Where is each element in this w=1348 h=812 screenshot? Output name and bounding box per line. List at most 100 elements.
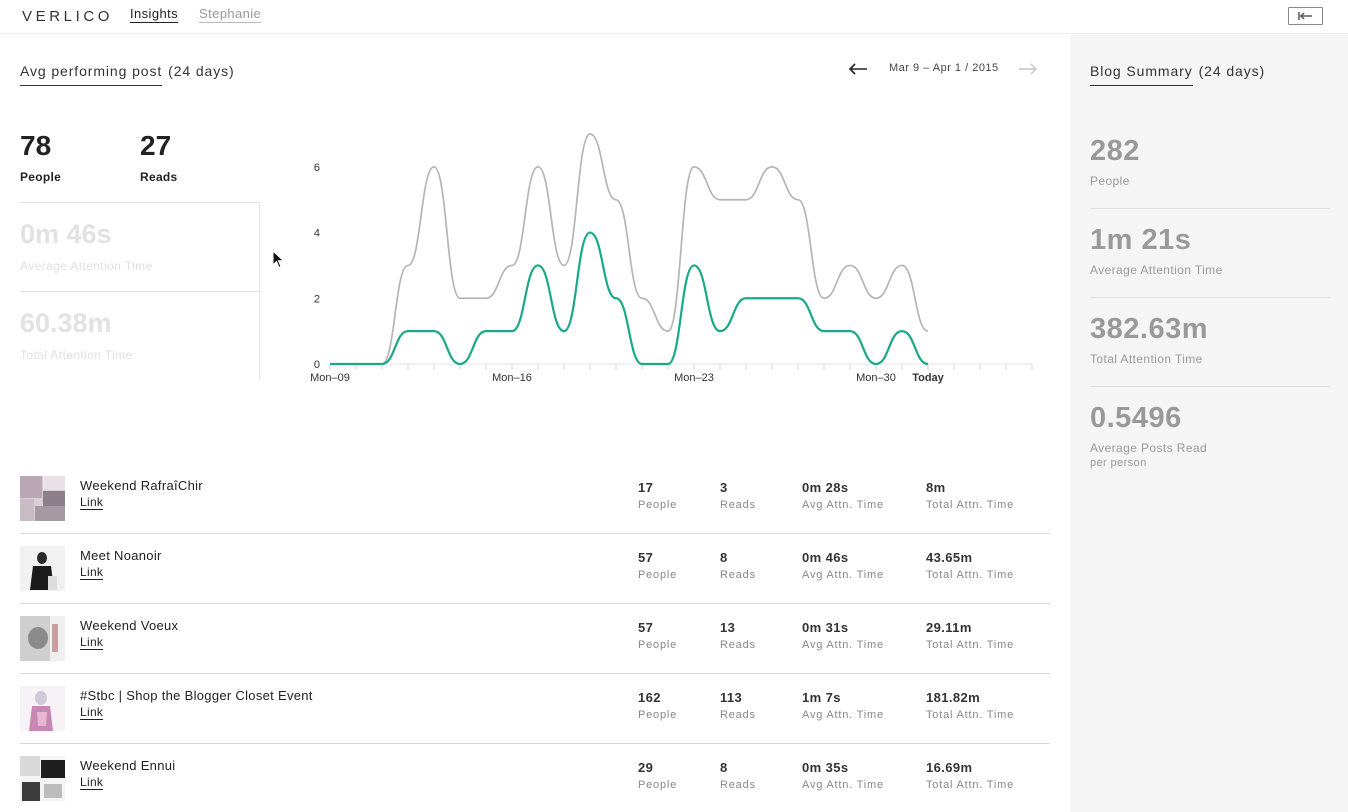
x-tick-label: Mon–16 (492, 372, 532, 384)
x-tick-label: Mon–30 (856, 372, 896, 384)
summary-total-attention: 382.63m Total Attention Time (1090, 313, 1330, 366)
summary-people-value: 282 (1090, 135, 1140, 167)
post-row[interactable]: Weekend Ennui Link 29 People 8 Reads 0m 35s Avg… (20, 750, 1050, 812)
post-total-attention-label: Total Attn. Time (926, 569, 1015, 581)
post-title[interactable]: Weekend Ennui (80, 758, 175, 773)
total-attention-label: Total Attention Time (20, 348, 133, 362)
post-people-cell: 162 People (638, 690, 677, 721)
summary-posts-read-label: Average Posts Read (1090, 441, 1208, 455)
post-people-cell: 29 People (638, 760, 677, 791)
post-avg-attention-value: 1m 7s (802, 690, 841, 705)
y-tick-label: 4 (314, 228, 320, 240)
post-total-attention-label: Total Attn. Time (926, 499, 1015, 511)
post-people-cell: 57 People (638, 620, 677, 651)
post-title[interactable]: Weekend Voeux (80, 618, 178, 633)
post-avg-attention-label: Avg Attn. Time (802, 779, 884, 791)
summary-total-attention-value: 382.63m (1090, 313, 1208, 345)
summary-posts-read-value: 0.5496 (1090, 402, 1182, 434)
reads-label: Reads (140, 170, 178, 184)
people-label: People (20, 170, 62, 184)
post-row[interactable]: #Stbc | Shop the Blogger Closet Event Lin… (20, 680, 1050, 750)
post-total-attention-label: Total Attn. Time (926, 709, 1015, 721)
post-link[interactable]: Link (80, 636, 104, 650)
arrow-left-icon[interactable] (848, 60, 868, 78)
post-link[interactable]: Link (80, 706, 104, 720)
x-tick-label: Mon–23 (674, 372, 714, 384)
post-thumbnail[interactable] (20, 476, 65, 521)
post-avg-attention-cell: 0m 28s Avg Attn. Time (802, 480, 884, 511)
post-avg-attention-label: Avg Attn. Time (802, 709, 884, 721)
post-total-attention-cell: 181.82m Total Attn. Time (926, 690, 1014, 721)
post-title[interactable]: Weekend RafraîChir (80, 478, 203, 493)
post-avg-attention-label: Avg Attn. Time (802, 569, 884, 581)
avg-attention-label: Average Attention Time (20, 259, 153, 273)
sidebar-title-label: Blog Summary (1090, 63, 1193, 86)
post-people-value: 162 (638, 690, 661, 705)
post-link[interactable]: Link (80, 496, 104, 510)
post-reads-value: 113 (720, 690, 743, 705)
post-thumbnail[interactable] (20, 546, 65, 591)
post-total-attention-cell: 16.69m Total Attn. Time (926, 760, 1014, 791)
row-divider (20, 533, 1050, 534)
post-total-attention-label: Total Attn. Time (926, 639, 1015, 651)
divider (1090, 386, 1330, 387)
post-title[interactable]: #Stbc | Shop the Blogger Closet Event (80, 688, 313, 703)
post-link[interactable]: Link (80, 776, 104, 790)
post-row[interactable]: Weekend RafraîChir Link 17 People 3 Reads 0m 2… (20, 470, 1050, 540)
nav-insights[interactable]: Insights (130, 6, 179, 23)
post-people-label: People (638, 569, 678, 581)
x-tick-label: Mon–09 (310, 372, 350, 384)
row-divider (20, 603, 1050, 604)
divider (1090, 297, 1330, 298)
post-thumbnail[interactable] (20, 616, 65, 661)
date-range-nav: Mar 9 – Apr 1 / 2015 (848, 60, 1038, 78)
y-tick-label: 6 (314, 162, 320, 174)
post-reads-value: 3 (720, 480, 728, 495)
post-avg-attention-cell: 0m 31s Avg Attn. Time (802, 620, 884, 651)
collapse-sidebar-icon (1298, 12, 1312, 20)
post-avg-attention-value: 0m 31s (802, 620, 849, 635)
post-people-value: 57 (638, 550, 654, 565)
divider (20, 202, 260, 203)
post-avg-attention-label: Avg Attn. Time (802, 639, 884, 651)
collapse-sidebar-button[interactable] (1288, 7, 1323, 25)
nav-user[interactable]: Stephanie (199, 6, 262, 23)
arrow-right-icon[interactable] (1018, 60, 1038, 78)
summary-people: 282 People (1090, 135, 1330, 188)
post-row[interactable]: Weekend Voeux Link 57 People 13 Reads 0m 31s Av… (20, 610, 1050, 680)
post-total-attention-value: 8m (926, 480, 946, 495)
post-total-attention-value: 43.65m (926, 550, 973, 565)
x-tick-label: Today (912, 372, 944, 384)
post-thumbnail[interactable] (20, 756, 65, 801)
avg-attention-value: 0m 46s (20, 219, 112, 249)
reads-count: 27 (140, 130, 172, 161)
post-reads-cell: 113 Reads (720, 690, 756, 721)
post-total-attention-value: 16.69m (926, 760, 973, 775)
post-thumbnail[interactable] (20, 686, 65, 731)
logo[interactable]: VERLICO (22, 8, 113, 25)
post-reads-cell: 13 Reads (720, 620, 756, 651)
y-tick-label: 0 (314, 359, 320, 371)
post-avg-attention-cell: 0m 46s Avg Attn. Time (802, 550, 884, 581)
section-title: Avg performing post (24 days) (20, 63, 235, 86)
post-people-label: People (638, 709, 678, 721)
post-link[interactable]: Link (80, 566, 104, 580)
summary-posts-read-sub: per person (1090, 457, 1147, 469)
post-reads-label: Reads (720, 639, 756, 651)
row-divider (20, 743, 1050, 744)
post-title[interactable]: Meet Noanoir (80, 548, 162, 563)
attention-line-chart: 0 2 4 6 Mon–09 Mon–16 Mon–23 Mon–30 Today (310, 133, 1033, 384)
post-total-attention-value: 29.11m (926, 620, 972, 635)
post-total-attention-value: 181.82m (926, 690, 981, 705)
post-avg-attention-cell: 0m 35s Avg Attn. Time (802, 760, 884, 791)
post-reads-value: 8 (720, 550, 728, 565)
mouse-cursor-icon (272, 250, 285, 269)
post-avg-attention-cell: 1m 7s Avg Attn. Time (802, 690, 884, 721)
section-period: (24 days) (168, 63, 235, 79)
post-people-value: 29 (638, 760, 654, 775)
post-row[interactable]: Meet Noanoir Link 57 People 8 Reads 0m 46s Avg … (20, 540, 1050, 610)
post-total-attention-cell: 29.11m Total Attn. Time (926, 620, 1014, 651)
post-people-cell: 17 People (638, 480, 677, 511)
post-reads-value: 8 (720, 760, 728, 775)
post-total-attention-cell: 8m Total Attn. Time (926, 480, 1014, 511)
